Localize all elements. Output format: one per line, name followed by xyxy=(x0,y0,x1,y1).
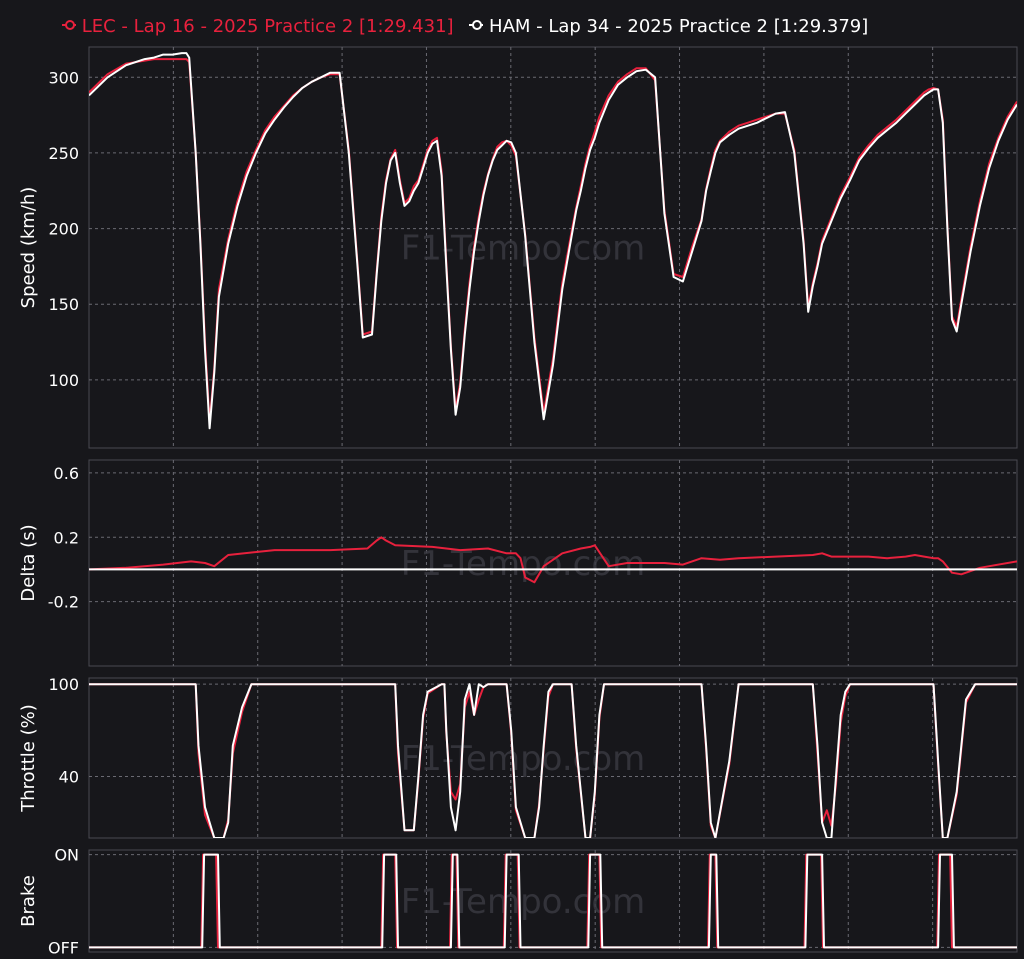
legend-item-ham[interactable]: HAM - Lap 34 - 2025 Practice 2 [1:29.379… xyxy=(469,16,868,37)
speed-tick-label: 250 xyxy=(48,144,79,163)
throttle-axis-label: Throttle (%) xyxy=(18,704,39,812)
watermark-text: F1-Tempo.com xyxy=(401,544,646,584)
speed-axis-label: Speed (km/h) xyxy=(18,187,39,309)
throttle-tick-label: 40 xyxy=(59,767,79,786)
legend-item-lec[interactable]: LEC - Lap 16 - 2025 Practice 2 [1:29.431… xyxy=(62,16,454,37)
brake-axis-label: Brake xyxy=(18,875,39,927)
delta-tick-label: 0.2 xyxy=(54,528,79,547)
line-marker-icon xyxy=(62,20,76,30)
telemetry-chart: LEC - Lap 16 - 2025 Practice 2 [1:29.431… xyxy=(0,0,1024,957)
delta-tick-label: 0.6 xyxy=(54,464,79,483)
brake-tick-label: OFF xyxy=(48,938,79,955)
brake-tick-label: ON xyxy=(54,846,79,865)
watermark-text: F1-Tempo.com xyxy=(401,229,646,269)
speed-tick-label: 150 xyxy=(48,295,79,314)
speed-tick-label: 300 xyxy=(48,68,79,87)
legend-label-lec: LEC - Lap 16 - 2025 Practice 2 [1:29.431… xyxy=(81,16,454,37)
speed-tick-label: 200 xyxy=(48,220,79,239)
speed-tick-label: 100 xyxy=(48,371,79,390)
watermark-text: F1-Tempo.com xyxy=(401,739,646,779)
legend: LEC - Lap 16 - 2025 Practice 2 [1:29.431… xyxy=(62,16,878,37)
delta-axis-label: Delta (s) xyxy=(18,524,39,601)
delta-tick-label: -0.2 xyxy=(48,593,79,612)
line-marker-icon xyxy=(469,20,484,30)
watermark-text: F1-Tempo.com xyxy=(401,882,646,922)
legend-label-ham: HAM - Lap 34 - 2025 Practice 2 [1:29.379… xyxy=(489,16,869,37)
plot-area: 100 150 200 250 300 Speed (km/h) F1-Tempo.com -… xyxy=(18,46,1018,957)
throttle-tick-label: 100 xyxy=(48,675,79,694)
